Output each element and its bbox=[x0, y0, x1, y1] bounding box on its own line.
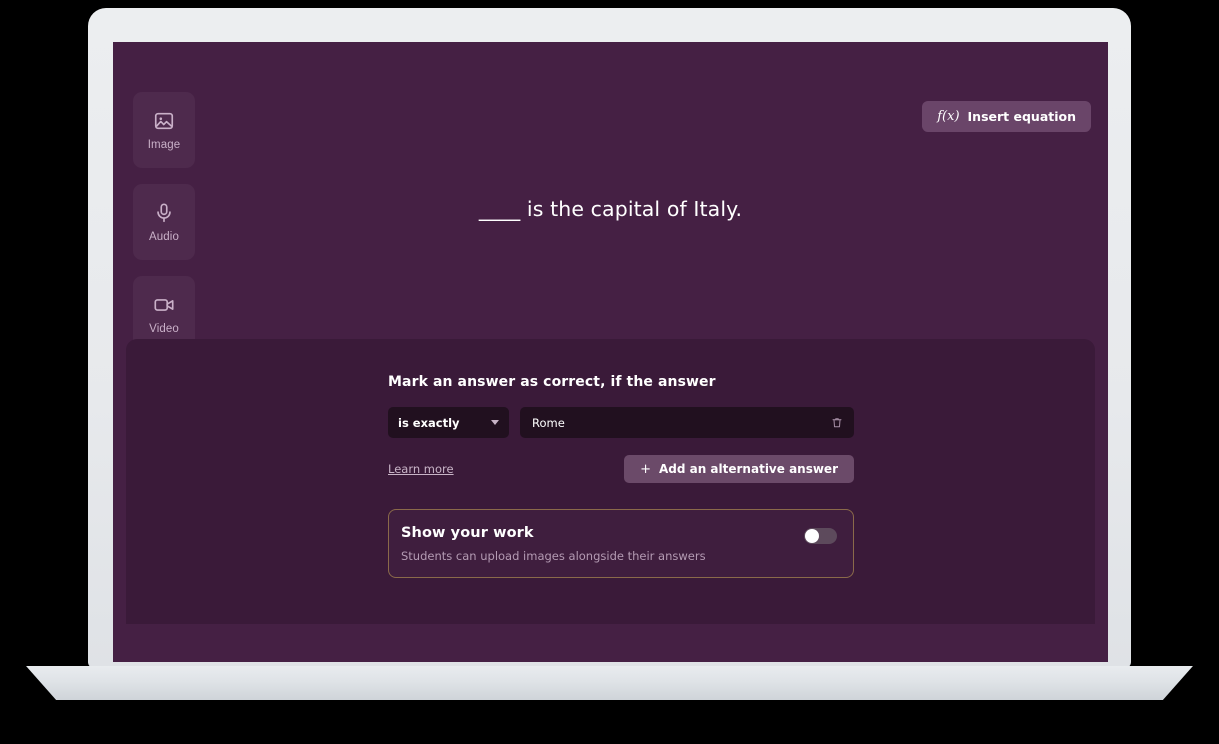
answer-row: is exactly bbox=[388, 407, 854, 438]
show-your-work-subtitle: Students can upload images alongside the… bbox=[401, 549, 706, 563]
laptop-screen: Image Audio Video f(x) Insert equation _… bbox=[113, 42, 1108, 662]
insert-image-label: Image bbox=[147, 138, 181, 151]
media-insert-rail: Image Audio Video bbox=[133, 92, 195, 352]
answer-input-wrapper bbox=[520, 407, 854, 438]
condition-select-value: is exactly bbox=[398, 415, 460, 430]
laptop-mockup: Image Audio Video f(x) Insert equation _… bbox=[0, 0, 1219, 744]
laptop-base bbox=[26, 666, 1193, 700]
toggle-knob bbox=[805, 529, 819, 543]
delete-answer-button[interactable] bbox=[829, 415, 845, 431]
add-alternative-answer-label: Add an alternative answer bbox=[658, 462, 838, 476]
function-icon: f(x) bbox=[937, 109, 960, 124]
image-icon bbox=[153, 110, 175, 132]
condition-select[interactable]: is exactly bbox=[388, 407, 509, 438]
show-your-work-toggle[interactable] bbox=[804, 528, 837, 544]
insert-equation-label: Insert equation bbox=[967, 109, 1076, 124]
plus-icon: + bbox=[640, 461, 651, 477]
insert-video-label: Video bbox=[149, 322, 179, 335]
show-your-work-title: Show your work bbox=[401, 525, 534, 541]
answer-actions-row: Learn more + Add an alternative answer bbox=[388, 455, 854, 483]
add-alternative-answer-button[interactable]: + Add an alternative answer bbox=[624, 455, 854, 483]
insert-audio-button[interactable]: Audio bbox=[133, 184, 195, 260]
question-editor-area: Image Audio Video f(x) Insert equation _… bbox=[113, 42, 1108, 352]
chevron-down-icon bbox=[491, 420, 499, 425]
insert-audio-label: Audio bbox=[149, 230, 179, 243]
question-text[interactable]: ____ is the capital of Italy. bbox=[113, 197, 1108, 221]
video-camera-icon bbox=[153, 294, 175, 316]
answer-input[interactable] bbox=[532, 415, 829, 430]
insert-image-button[interactable]: Image bbox=[133, 92, 195, 168]
insert-equation-button[interactable]: f(x) Insert equation bbox=[922, 101, 1091, 132]
mark-answer-heading: Mark an answer as correct, if the answer bbox=[388, 374, 716, 390]
trash-icon bbox=[831, 416, 843, 429]
show-your-work-card: Show your work Students can upload image… bbox=[388, 509, 854, 578]
answer-settings-panel: Mark an answer as correct, if the answer… bbox=[126, 339, 1095, 624]
learn-more-link[interactable]: Learn more bbox=[388, 462, 454, 476]
